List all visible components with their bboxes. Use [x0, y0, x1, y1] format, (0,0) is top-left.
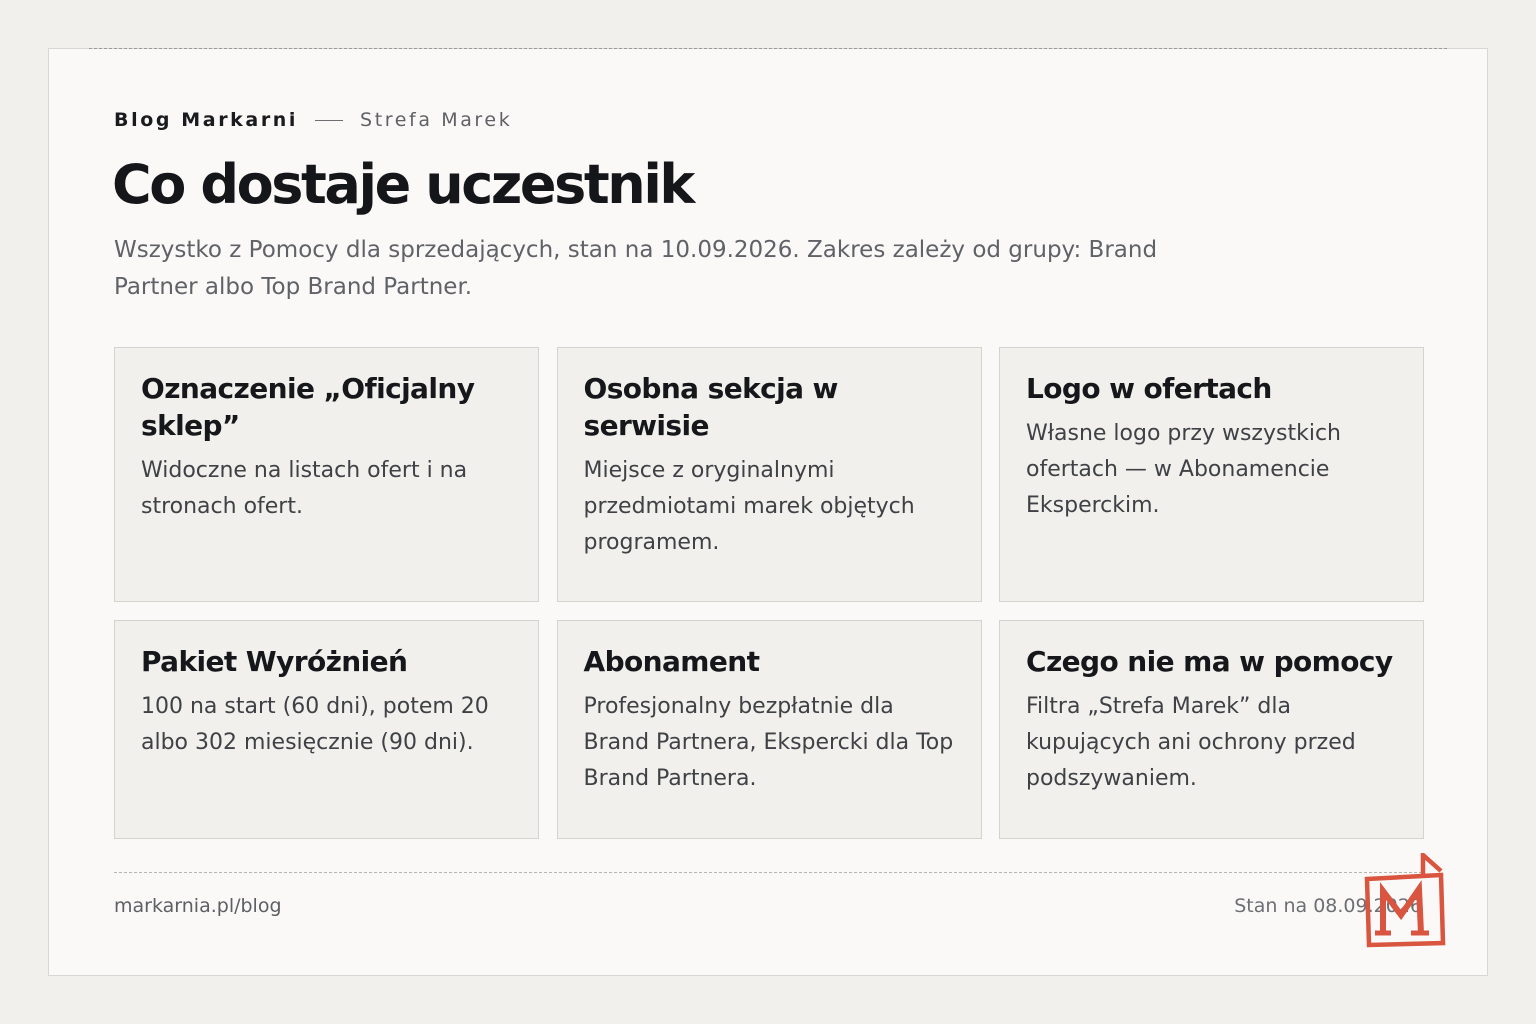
section-name[interactable]: Strefa Marek [360, 109, 512, 131]
tile-text: Filtra „Strefa Marek” dla kupujących ani… [1026, 694, 1356, 791]
tile-title: Logo w ofertach [1026, 372, 1272, 405]
tile-text: Miejsce z oryginalnymi przedmiotami mare… [583, 458, 915, 555]
benefit-tile-official-badge: Oznaczenie „Oficjalny sklep” Widoczne na… [114, 347, 539, 602]
article-card: Blog Markarni Strefa Marek Co dostaje uc… [48, 48, 1488, 976]
tile-title: Czego nie ma w pomocy [1026, 645, 1393, 678]
tile-text: Własne logo przy wszystkich ofertach — w… [1026, 421, 1341, 518]
benefit-tile-logo: Logo w ofertach Własne logo przy wszystk… [999, 347, 1424, 602]
benefit-tile-missing: Czego nie ma w pomocy Filtra „Strefa Mar… [999, 620, 1424, 839]
top-divider [89, 48, 1447, 49]
tile-text: Profesjonalny bezpłatnie dla Brand Partn… [583, 694, 954, 791]
tile-title: Oznaczenie „Oficjalny sklep” [141, 372, 475, 442]
benefits-grid: Oznaczenie „Oficjalny sklep” Widoczne na… [114, 347, 1424, 839]
tile-text: 100 na start (60 dni), potem 20 albo 302… [141, 694, 489, 755]
breadcrumb: Blog Markarni Strefa Marek [114, 109, 512, 131]
footer-divider [114, 872, 1422, 873]
footer-url[interactable]: markarnia.pl/blog [114, 895, 282, 917]
lead-paragraph: Wszystko z Pomocy dla sprzedających, sta… [114, 237, 1158, 300]
tile-title: Pakiet Wyróżnień [141, 645, 408, 678]
page-title: Co dostaje uczestnik [112, 153, 695, 216]
breadcrumb-separator [315, 119, 344, 121]
benefit-tile-highlights-package: Pakiet Wyróżnień 100 na start (60 dni), … [114, 620, 539, 839]
tile-title: Osobna sekcja w serwisie [583, 372, 839, 442]
markarnia-m-logo-icon [1364, 853, 1446, 948]
tile-title: Abonament [583, 645, 760, 678]
blog-name[interactable]: Blog Markarni [114, 109, 298, 131]
benefit-tile-separate-section: Osobna sekcja w serwisie Miejsce z orygi… [556, 347, 982, 602]
benefit-tile-subscription: Abonament Profesjonalny bezpłatnie dla B… [556, 620, 982, 839]
tile-text: Widoczne na listach ofert i na stronach … [141, 458, 468, 519]
